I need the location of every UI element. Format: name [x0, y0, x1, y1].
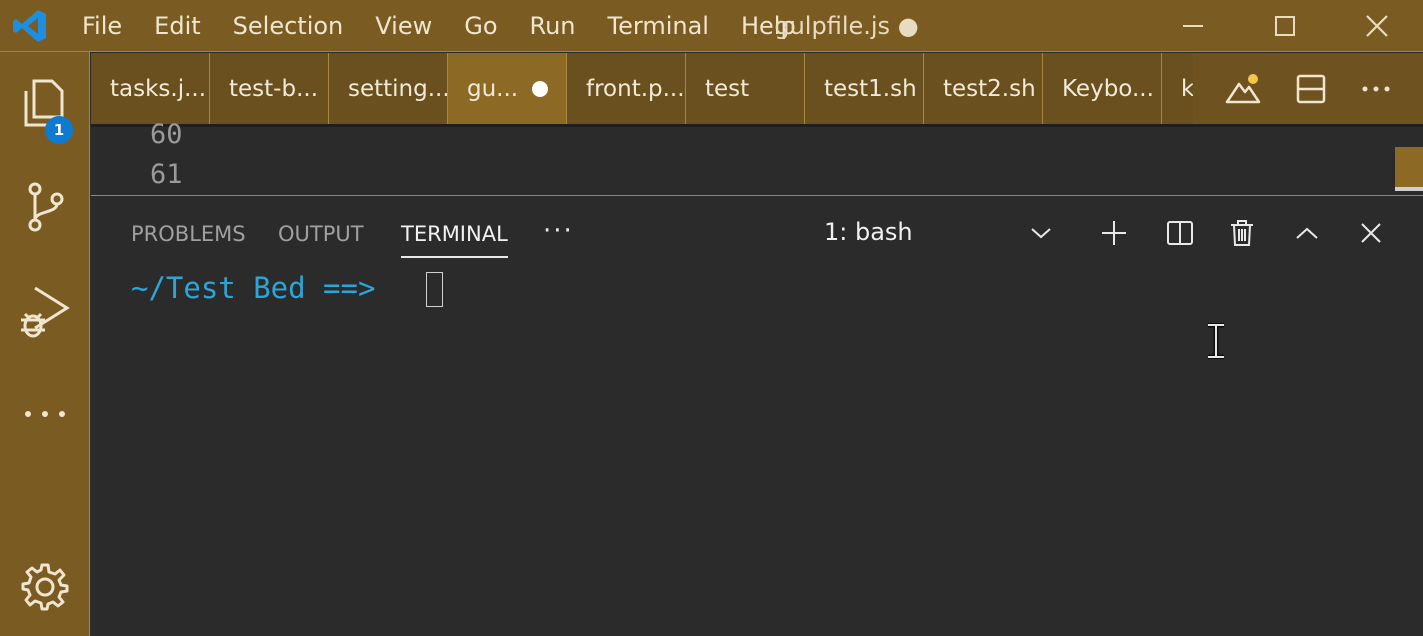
tab-label: tasks.j...: [110, 75, 207, 102]
maximize-icon: [1275, 16, 1295, 36]
chevron-up-icon: [1296, 227, 1318, 239]
image-preview-icon[interactable]: [1225, 72, 1261, 106]
menu-edit[interactable]: Edit: [138, 0, 216, 52]
tab-terminal[interactable]: TERMINAL: [401, 216, 508, 258]
minimize-icon: [1183, 25, 1203, 27]
tab-keybindings[interactable]: Keybo...: [1043, 53, 1162, 124]
run-debug-button[interactable]: [0, 272, 90, 352]
menu-go[interactable]: Go: [448, 0, 513, 52]
menu-selection[interactable]: Selection: [217, 0, 360, 52]
maximize-panel-button[interactable]: [1287, 216, 1327, 250]
tab-label: Keybo...: [1062, 75, 1154, 102]
tab-label: setting...: [348, 75, 448, 102]
more-actions-icon[interactable]: [1361, 84, 1391, 94]
run-debug-icon: [21, 286, 70, 338]
tab-test-b[interactable]: test-b...: [210, 53, 329, 124]
minimize-button[interactable]: [1147, 0, 1239, 52]
plus-icon: [1102, 221, 1126, 245]
scrollbar-marker: [1395, 187, 1423, 191]
trash-icon: [1231, 220, 1253, 246]
tab-label: front.p...: [586, 75, 685, 102]
unsaved-dot-icon[interactable]: [532, 80, 549, 97]
line-number: 60: [150, 119, 183, 150]
source-control-button[interactable]: [0, 167, 90, 247]
scrollbar-thumb[interactable]: [1395, 147, 1423, 191]
gear-icon: [21, 563, 69, 611]
tab-test[interactable]: test: [686, 53, 805, 124]
close-icon: [1366, 15, 1388, 37]
menu-view[interactable]: View: [359, 0, 448, 52]
panel-more-button[interactable]: ···: [543, 216, 574, 246]
split-terminal-icon: [1167, 221, 1193, 245]
tab-label: test: [705, 75, 750, 102]
tab-gulpfile[interactable]: gu...: [448, 53, 567, 124]
new-terminal-button[interactable]: [1094, 216, 1134, 250]
explorer-badge: 1: [45, 116, 73, 144]
tab-front[interactable]: front.p...: [567, 53, 686, 124]
window-controls: [1147, 0, 1423, 52]
kill-terminal-button[interactable]: [1222, 216, 1262, 250]
close-icon: [1361, 223, 1381, 243]
tab-output[interactable]: OUTPUT: [278, 216, 364, 256]
tab-test1[interactable]: test1.sh: [805, 53, 924, 124]
menu-file[interactable]: File: [66, 0, 138, 52]
editor-actions: [1193, 53, 1423, 124]
source-control-icon: [28, 182, 64, 232]
tab-test2[interactable]: test2.sh: [924, 53, 1043, 124]
menu-help[interactable]: Help: [725, 0, 812, 52]
editor-area[interactable]: 60 61: [91, 119, 1423, 195]
explorer-button[interactable]: 1: [0, 62, 90, 144]
split-terminal-button[interactable]: [1160, 216, 1200, 250]
split-editor-icon[interactable]: [1296, 74, 1326, 104]
vscode-logo-icon: [13, 10, 46, 42]
line-number: 61: [150, 159, 183, 190]
tab-settings[interactable]: setting...: [329, 53, 448, 124]
tab-label: test2.sh: [943, 75, 1036, 102]
bottom-panel: PROBLEMS OUTPUT TERMINAL ··· 1: bash ~/T…: [91, 195, 1423, 636]
terminal-prompt: ~/Test Bed ==>: [131, 271, 376, 305]
chevron-down-icon: [1031, 228, 1051, 239]
tab-label: gu...: [467, 75, 519, 102]
tab-tasks[interactable]: tasks.j...: [91, 53, 210, 124]
close-window-button[interactable]: [1331, 0, 1423, 52]
terminal-dropdown-button[interactable]: [1021, 216, 1061, 250]
editor-tab-bar: tasks.j... test-b... setting... gu... fr…: [91, 53, 1423, 124]
menu-run[interactable]: Run: [514, 0, 592, 52]
title-bar: File Edit Selection View Go Run Terminal…: [0, 0, 1423, 52]
more-icon: [25, 411, 65, 417]
menu-terminal[interactable]: Terminal: [592, 0, 725, 52]
more-views-button[interactable]: [0, 374, 90, 454]
tab-label: test1.sh: [824, 75, 917, 102]
menu-bar: File Edit Selection View Go Run Terminal…: [66, 0, 812, 52]
mouse-ibeam-cursor-icon: [1208, 323, 1224, 359]
maximize-button[interactable]: [1239, 0, 1331, 52]
tab-label: test-b...: [229, 75, 319, 102]
tab-problems[interactable]: PROBLEMS: [131, 216, 246, 256]
terminal-cursor: [426, 272, 443, 307]
activity-bar: 1: [0, 52, 90, 636]
terminal-select[interactable]: 1: bash: [824, 218, 913, 246]
close-panel-button[interactable]: [1351, 216, 1391, 250]
settings-button[interactable]: [0, 547, 90, 627]
